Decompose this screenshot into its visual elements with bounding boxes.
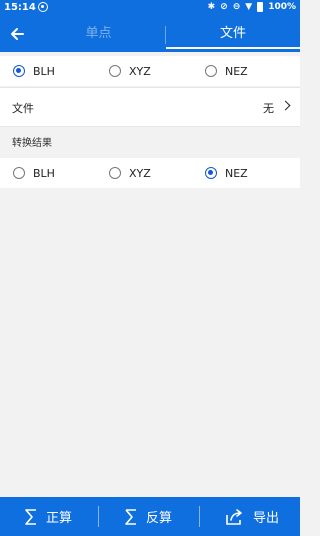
- nav-bar: 单点 文件: [0, 16, 300, 52]
- result-radio-nez[interactable]: NEZ: [205, 158, 248, 188]
- battery-percentage: 100%: [268, 2, 296, 12]
- tab-single-point[interactable]: 单点: [32, 16, 165, 52]
- bottom-bar-divider: [199, 506, 200, 527]
- radio-unselected-icon[interactable]: [205, 65, 217, 77]
- export-button[interactable]: 导出: [224, 497, 279, 536]
- radio-label: XYZ: [129, 64, 151, 78]
- back-arrow-icon[interactable]: [8, 25, 26, 43]
- radio-label: BLH: [33, 64, 55, 78]
- inverse-calc-label: 反算: [146, 511, 173, 526]
- status-bar: 15:14 ✱ ⊘ ⊖ ▼ 100%: [0, 0, 300, 16]
- do-not-disturb-icon: ⊖: [232, 2, 241, 12]
- radio-unselected-icon[interactable]: [13, 167, 25, 179]
- input-radio-blh[interactable]: BLH: [13, 56, 55, 86]
- export-icon: [226, 508, 242, 525]
- radio-unselected-icon[interactable]: [109, 65, 121, 77]
- forward-sigma-icon: [25, 508, 36, 525]
- bottom-action-bar: 正算 反算 导出: [0, 497, 300, 536]
- radio-selected-icon[interactable]: [205, 167, 217, 179]
- active-tab-indicator: [166, 47, 300, 49]
- radio-label: NEZ: [225, 64, 248, 78]
- result-format-radio-group: BLH XYZ NEZ: [0, 158, 300, 188]
- inverse-calc-button[interactable]: 反算: [124, 497, 172, 536]
- file-value: 无: [263, 102, 274, 115]
- input-format-radio-group: BLH XYZ NEZ: [0, 56, 300, 86]
- result-section-title: 转换结果: [12, 138, 52, 149]
- input-radio-xyz[interactable]: XYZ: [109, 56, 151, 86]
- file-label: 文件: [12, 102, 34, 115]
- bottom-bar-divider: [98, 506, 99, 527]
- forward-calc-button[interactable]: 正算: [24, 497, 72, 536]
- chevron-right-icon: [280, 100, 291, 111]
- status-time: 15:14: [4, 2, 36, 13]
- wifi-icon: ▼: [245, 2, 253, 12]
- radio-label: BLH: [33, 166, 55, 180]
- result-radio-blh[interactable]: BLH: [13, 158, 55, 188]
- export-label: 导出: [253, 511, 280, 526]
- radio-label: XYZ: [129, 166, 151, 180]
- file-select-row[interactable]: 文件 无: [0, 87, 300, 127]
- battery-icon: [257, 2, 264, 12]
- forward-calc-label: 正算: [46, 511, 73, 526]
- radio-selected-icon[interactable]: [13, 65, 25, 77]
- inverse-sigma-icon: [125, 508, 136, 525]
- result-radio-xyz[interactable]: XYZ: [109, 158, 151, 188]
- bluetooth-icon: ✱: [207, 2, 216, 12]
- radio-label: NEZ: [225, 166, 248, 180]
- status-icons: ✱ ⊘ ⊖ ▼ 100%: [208, 1, 296, 13]
- sync-icon: [38, 2, 48, 12]
- radio-unselected-icon[interactable]: [109, 167, 121, 179]
- notifications-off-icon: ⊘: [220, 2, 228, 12]
- input-radio-nez[interactable]: NEZ: [205, 56, 248, 86]
